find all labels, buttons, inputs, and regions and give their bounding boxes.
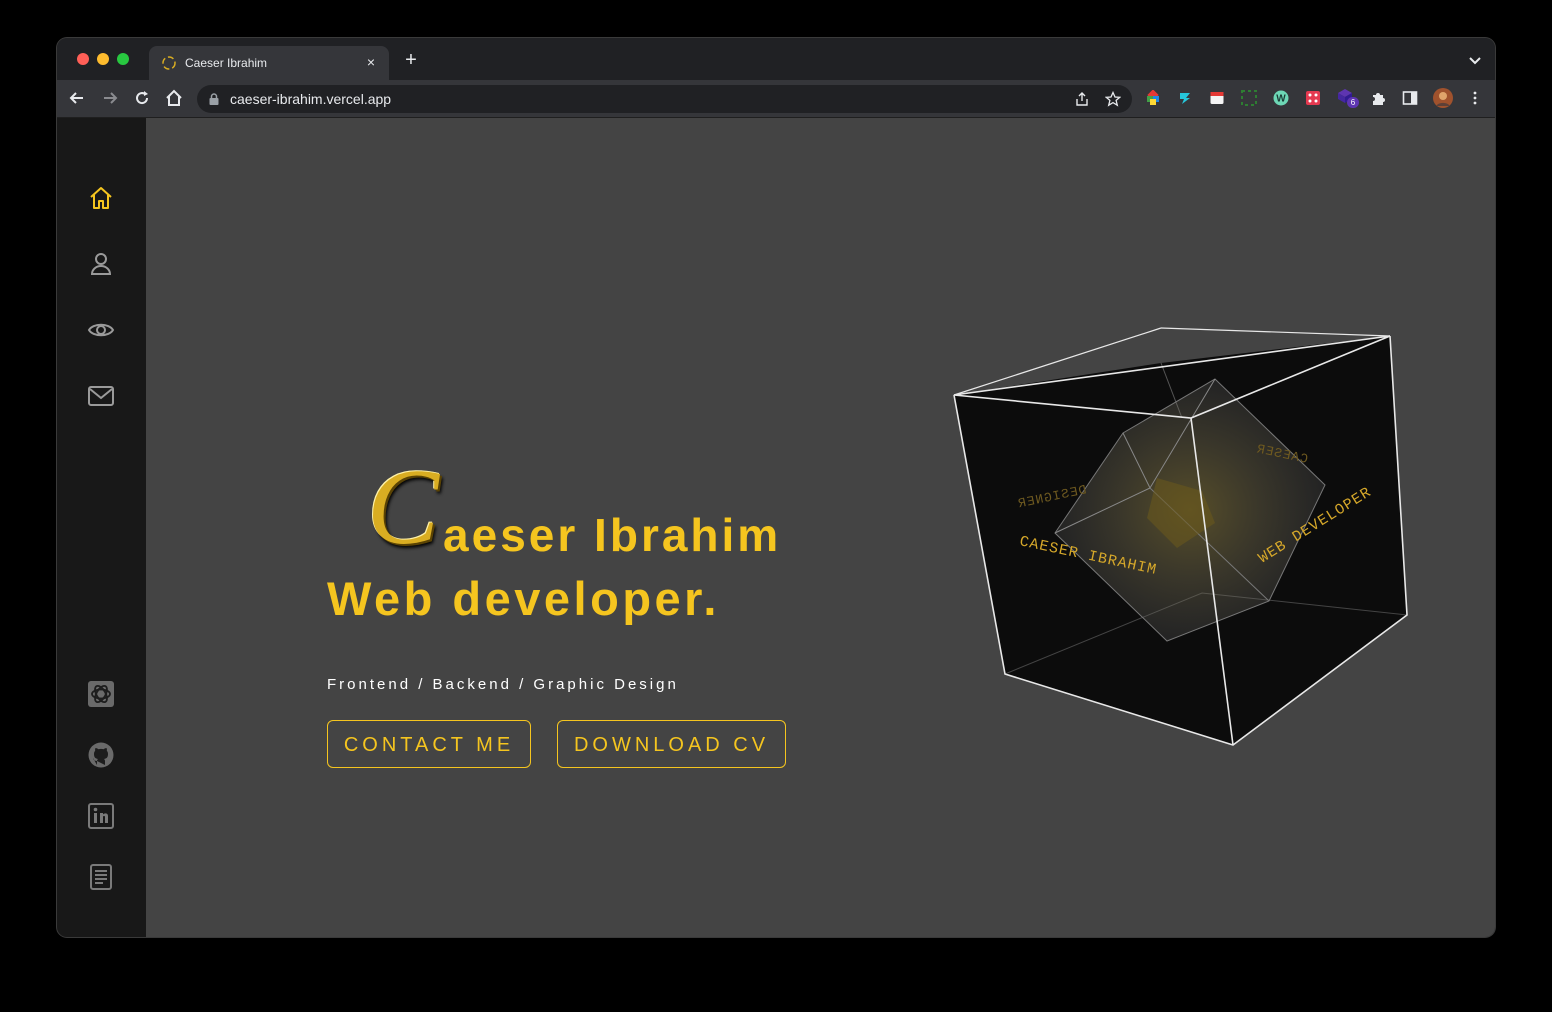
close-window-button[interactable] <box>77 53 89 65</box>
reload-icon[interactable] <box>132 88 152 108</box>
styled-extension-icon[interactable] <box>1177 90 1193 106</box>
share-icon[interactable] <box>1074 91 1090 107</box>
resume-icon[interactable] <box>87 863 115 891</box>
hero-name: Caeser Ibrahim <box>367 448 781 567</box>
dice-extension-icon[interactable] <box>1305 90 1321 106</box>
home-icon[interactable] <box>87 184 115 212</box>
tab-strip: Caeser Ibrahim × + <box>57 38 1495 80</box>
page-content: Caeser Ibrahim Web developer. Frontend /… <box>57 118 1495 937</box>
profile-avatar[interactable] <box>1433 88 1453 108</box>
chatgpt-icon[interactable] <box>87 680 115 708</box>
chevron-down-icon[interactable] <box>1467 52 1483 68</box>
linkedin-icon[interactable] <box>87 802 115 830</box>
puzzle-extensions-icon[interactable] <box>1370 90 1386 106</box>
user-icon[interactable] <box>87 250 115 278</box>
back-arrow-icon[interactable] <box>67 88 87 108</box>
cube-extension-icon[interactable]: 6 <box>1337 88 1359 108</box>
eye-icon[interactable] <box>87 316 115 344</box>
tab-close-icon[interactable]: × <box>361 52 381 72</box>
rotating-cube-graphic: CAESER IBRAHIM WEB DEVELOPER DESIGNER CA… <box>953 327 1408 746</box>
hero-subtitle: Web developer. <box>327 572 720 625</box>
skills-text: Frontend / Backend / Graphic Design <box>327 676 679 693</box>
window-extension-icon[interactable] <box>1209 90 1225 106</box>
decorative-initial: C <box>367 448 440 567</box>
github-icon[interactable] <box>87 741 115 769</box>
side-panel-icon[interactable] <box>1402 90 1418 106</box>
svg-text:W: W <box>1276 94 1286 105</box>
extension-badge: 6 <box>1347 97 1359 108</box>
wappalyzer-extension-icon[interactable]: W <box>1273 90 1289 106</box>
maximize-window-button[interactable] <box>117 53 129 65</box>
new-tab-button[interactable]: + <box>401 50 421 70</box>
loading-favicon-icon <box>162 56 176 70</box>
browser-tab[interactable]: Caeser Ibrahim × <box>149 46 389 80</box>
mail-icon[interactable] <box>87 382 115 410</box>
browser-toolbar: caeser-ibrahim.vercel.app W 6 <box>57 80 1495 118</box>
sidebar <box>57 118 146 937</box>
forward-arrow-icon[interactable] <box>100 88 120 108</box>
contact-me-button[interactable]: CONTACT ME <box>327 720 531 768</box>
address-bar[interactable]: caeser-ibrahim.vercel.app <box>197 85 1132 113</box>
lock-icon <box>209 93 219 105</box>
download-cv-button[interactable]: DOWNLOAD CV <box>557 720 786 768</box>
color-picker-extension-icon[interactable] <box>1145 90 1161 106</box>
more-menu-icon[interactable] <box>1467 90 1483 106</box>
tab-title: Caeser Ibrahim <box>185 56 268 70</box>
name-text: aeser Ibrahim <box>443 509 782 561</box>
browser-window: Caeser Ibrahim × + caeser-ibrahim.vercel… <box>57 38 1495 937</box>
home-icon[interactable] <box>164 88 184 108</box>
grid-extension-icon[interactable] <box>1241 90 1257 106</box>
bookmark-star-icon[interactable] <box>1105 91 1121 107</box>
minimize-window-button[interactable] <box>97 53 109 65</box>
url-text: caeser-ibrahim.vercel.app <box>230 91 392 107</box>
